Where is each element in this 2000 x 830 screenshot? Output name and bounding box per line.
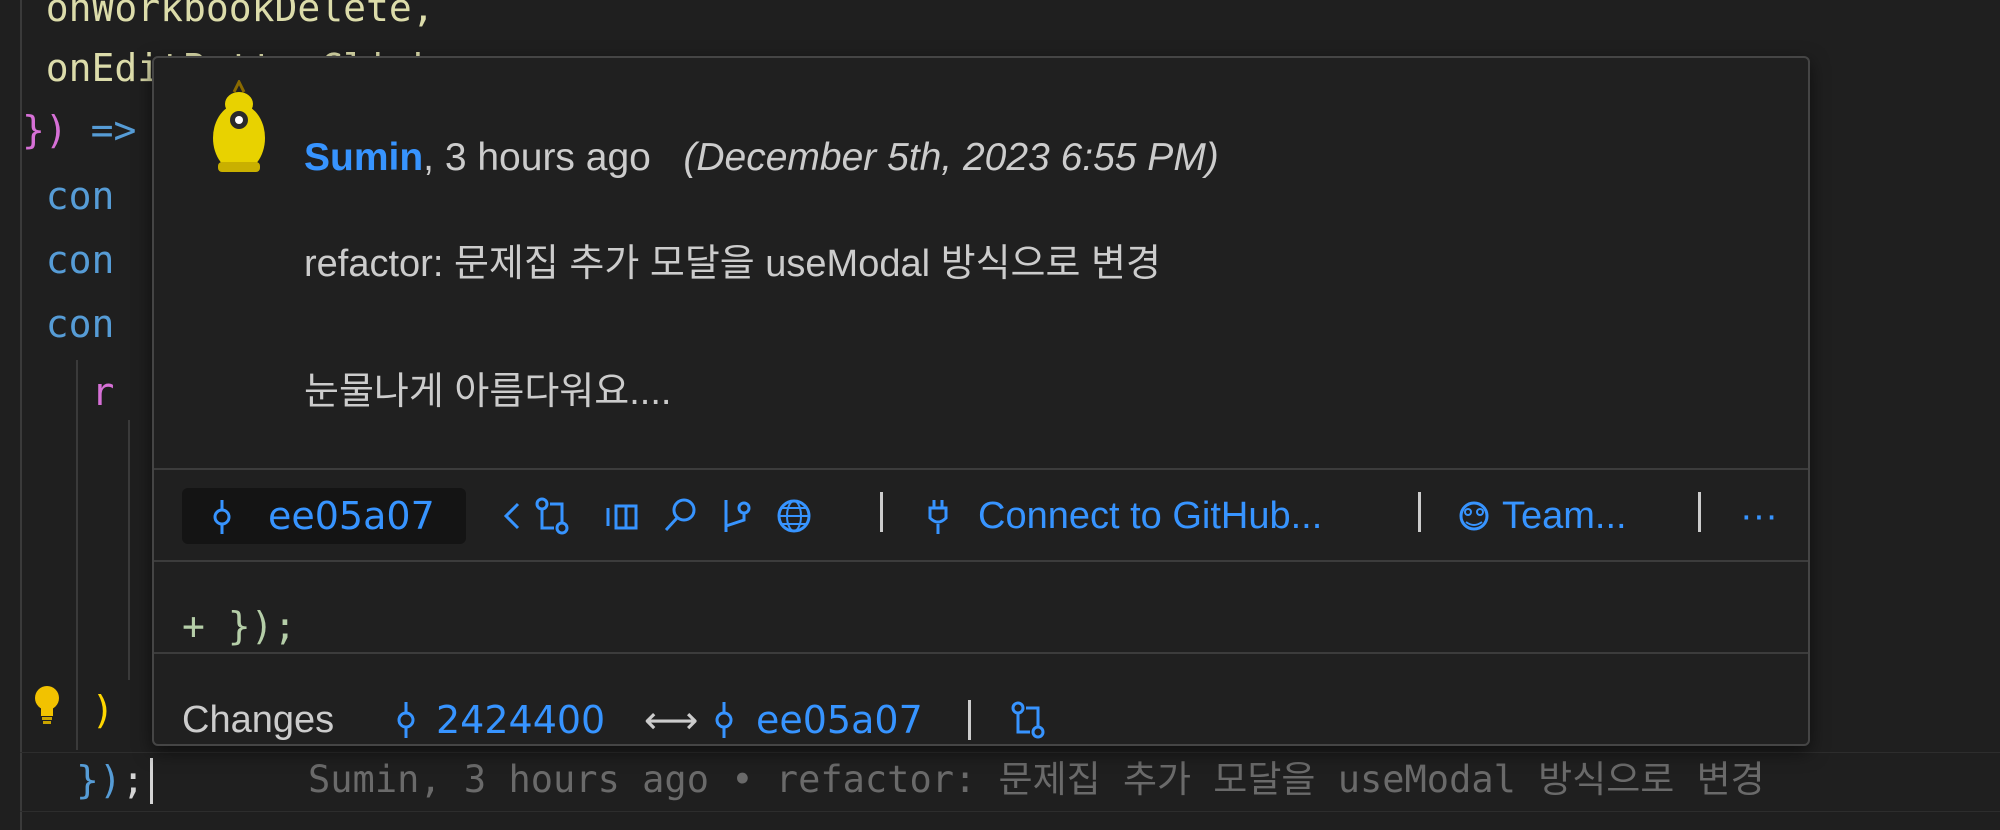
code-brace: }) <box>76 758 122 802</box>
avatar <box>213 80 265 172</box>
changes-label: Changes <box>182 699 335 741</box>
search-icon[interactable] <box>660 494 700 538</box>
text-cursor <box>150 758 153 804</box>
commit-sha-button[interactable]: ee05a07 <box>182 488 466 544</box>
commit-header: Sumin, 3 hours ago (December 5th, 2023 6… <box>304 130 1219 186</box>
toolbar-separator <box>1418 492 1421 532</box>
plug-icon[interactable] <box>918 494 958 538</box>
globe-icon[interactable] <box>774 494 814 538</box>
code-brace: }) <box>22 108 68 152</box>
code-arrow: => <box>67 108 137 152</box>
compare-changes-icon[interactable] <box>1008 698 1048 742</box>
code-line: }) => <box>22 102 136 158</box>
team-icon[interactable] <box>1454 494 1494 538</box>
code-line-current: }); <box>76 752 145 808</box>
commit-message-body: 눈물나게 아름다워요.... <box>304 371 672 413</box>
commit-sha: ee05a07 <box>268 494 435 538</box>
commit-icon <box>213 500 231 534</box>
chevron-left-icon[interactable] <box>492 494 532 538</box>
divider <box>154 652 1808 654</box>
inline-blame-annotation[interactable]: Sumin, 3 hours ago • refactor: 문제집 추가 모달… <box>308 752 1958 808</box>
to-commit-link[interactable]: ee05a07 <box>756 692 923 748</box>
divider <box>154 560 1808 562</box>
author-link[interactable]: Sumin <box>304 136 423 179</box>
commit-message: refactor: 문제집 추가 모달을 useModal 방식으로 변경 <box>304 243 1161 285</box>
relative-time: , 3 hours ago <box>423 136 651 179</box>
toolbar-separator <box>1698 492 1701 532</box>
code-line: con <box>0 238 115 282</box>
lightbulb-icon[interactable] <box>32 684 62 726</box>
more-actions-button[interactable]: ··· <box>1740 488 1778 544</box>
code-semicolon: ; <box>121 758 145 802</box>
compare-arrow: ⟷ <box>644 698 699 742</box>
code-line: con <box>0 174 115 218</box>
code-line: onWorkbookDelete, <box>0 0 435 30</box>
diff-snippet: + }); <box>182 604 297 648</box>
code-line: r <box>0 370 115 414</box>
full-date: (December 5th, 2023 6:55 PM) <box>683 136 1219 179</box>
from-commit-link[interactable]: 2424400 <box>436 692 605 748</box>
open-changes-icon[interactable] <box>602 494 642 538</box>
connect-github-link[interactable]: Connect to GitHub... <box>978 488 1322 544</box>
toolbar-separator <box>968 700 971 740</box>
compare-changes-icon[interactable] <box>532 494 572 538</box>
branch-graph-icon[interactable] <box>716 494 756 538</box>
commit-icon <box>715 702 733 738</box>
indent-guide <box>128 420 130 680</box>
toolbar-separator <box>880 492 883 532</box>
team-link[interactable]: Team... <box>1502 488 1627 544</box>
code-line: con <box>0 302 115 346</box>
commit-icon <box>397 702 415 738</box>
blame-hover-popup: Sumin, 3 hours ago (December 5th, 2023 6… <box>152 56 1810 746</box>
commit-toolbar: ee05a07 Connect to GitHub... Team... ··· <box>154 470 1808 562</box>
changes-row: Changes 2424400 ⟷ ee05a07 <box>154 692 1808 748</box>
